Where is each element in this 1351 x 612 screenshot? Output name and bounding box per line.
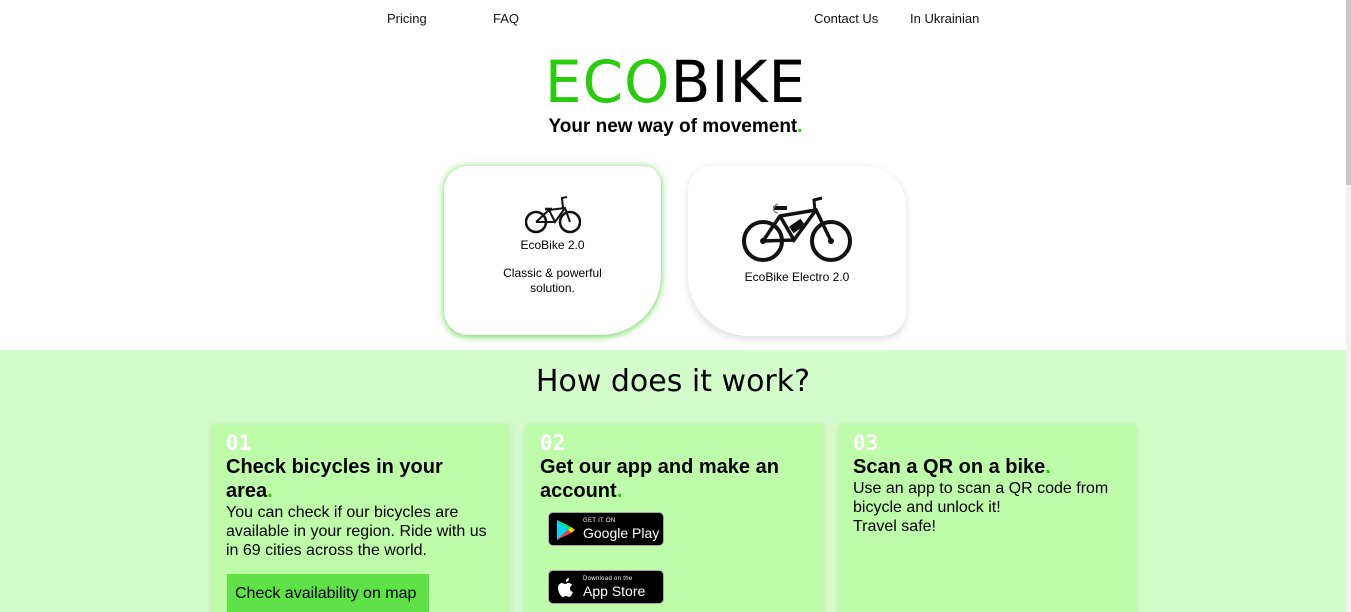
app-store-small-text: Download on the (583, 576, 633, 582)
apple-icon (558, 578, 573, 597)
step-card-1: 01 Check bicycles in your area. You can … (212, 424, 509, 612)
section-title: How does it work? (535, 364, 811, 399)
step-card-3: 03 Scan a QR on a bike. Use an app to sc… (839, 424, 1136, 612)
tagline-dot: . (797, 116, 803, 137)
check-availability-button[interactable]: Check availability on map (227, 574, 429, 612)
step-title-text: Scan a QR on a bike (853, 456, 1046, 478)
top-navigation: Pricing FAQ Contact Us In Ukrainian (0, 0, 1351, 38)
product-description: Classic & powerful solution. (503, 266, 602, 295)
logo-bike: BIKE (670, 48, 807, 116)
google-play-big-text: Google Play (583, 525, 660, 541)
product-card-ecobike-electro[interactable]: EcoBike Electro 2.0 (688, 166, 906, 336)
step-title-text: Get our app and make an account (540, 456, 779, 502)
step-text: Use an app to scan a QR code from bicycl… (853, 480, 1109, 516)
step-title: Get our app and make an account. (540, 455, 809, 503)
how-it-works-section: How does it work? 01 Check bicycles in y… (0, 350, 1346, 612)
google-play-badge[interactable]: GET IT ON Google Play (548, 512, 664, 546)
step-text: You can check if our bicycles are availa… (226, 504, 487, 559)
nav-link-faq[interactable]: FAQ (493, 11, 519, 26)
site-logo: ECOBIKE (0, 50, 1351, 114)
step-title-dot: . (616, 480, 623, 502)
step-number: 01 (226, 431, 252, 455)
nav-link-pricing[interactable]: Pricing (387, 11, 427, 26)
product-card-ecobike[interactable]: EcoBike 2.0 Classic & powerful solution. (444, 166, 661, 335)
step-number: 03 (853, 431, 879, 455)
google-play-small-text: GET IT ON (583, 518, 616, 524)
electric-bike-icon (742, 196, 852, 262)
step-title-dot: . (267, 480, 273, 502)
google-play-icon (557, 520, 575, 540)
app-store-badge[interactable]: Download on the App Store (548, 570, 664, 604)
nav-link-contact[interactable]: Contact Us (814, 11, 878, 26)
bmx-bike-icon (524, 196, 581, 234)
product-name: EcoBike 2.0 (520, 238, 585, 252)
step-title-dot: . (1045, 456, 1051, 478)
nav-link-language[interactable]: In Ukrainian (910, 11, 979, 26)
product-name: EcoBike Electro 2.0 (744, 270, 850, 284)
step-title: Scan a QR on a bike. (853, 455, 1122, 479)
step-card-2: 02 Get our app and make an account. GET … (526, 424, 823, 612)
tagline-text: Your new way of movement (548, 116, 798, 137)
step-title-text: Check bicycles in your area (226, 456, 443, 502)
logo-eco: ECO (544, 48, 671, 116)
tagline: Your new way of movement. (0, 116, 1351, 138)
step-number: 02 (540, 431, 566, 455)
step-text-travel: Travel safe! (853, 518, 936, 535)
step-title: Check bicycles in your area. (226, 455, 495, 503)
app-store-big-text: App Store (583, 583, 646, 599)
